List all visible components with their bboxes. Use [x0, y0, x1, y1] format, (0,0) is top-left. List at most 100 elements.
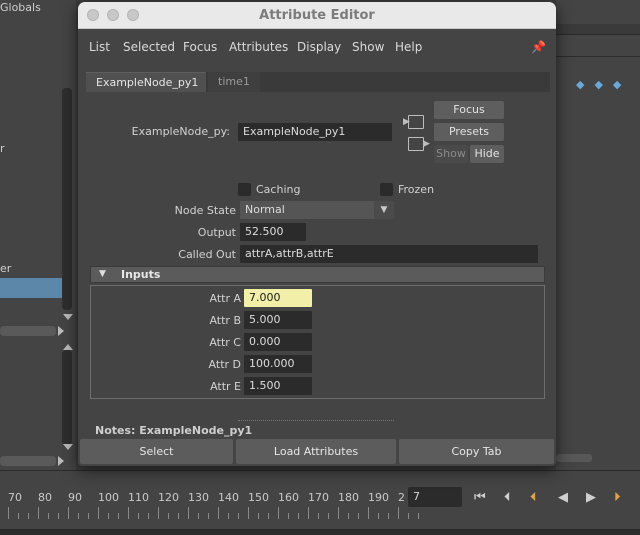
step-back-key-icon[interactable]: ⏴ [530, 490, 537, 505]
focus-button[interactable]: Focus [434, 101, 504, 119]
scroll-right-arrow-icon[interactable] [58, 326, 64, 336]
menu-attributes[interactable]: Attributes [229, 40, 288, 54]
horizontal-scrollbar[interactable] [0, 456, 56, 466]
timeline-tick [198, 513, 199, 519]
presets-button[interactable]: Presets [434, 123, 504, 141]
timeline-tick-label: 140 [218, 491, 239, 504]
timeline-tick [158, 507, 159, 519]
node-state-value: Normal [245, 203, 285, 216]
selected-row[interactable] [0, 278, 62, 298]
menu-display[interactable]: Display [297, 40, 341, 54]
timeline-tick [58, 513, 59, 519]
output-field[interactable]: 52.500 [240, 223, 306, 241]
output-connections-icon[interactable]: ▶ [408, 137, 430, 151]
time-slider: 70 80 90 100 110 120 130 140 150 160 170 180 190 2 7 … [0, 470, 640, 535]
timeline-tick [318, 513, 319, 519]
tab-time1[interactable]: time1 [208, 72, 260, 92]
timeline-tick [398, 507, 399, 519]
timeline-tick-label: 190 [368, 491, 389, 504]
tab-bar: ExampleNode_py1 time1 [86, 72, 550, 92]
title-bar[interactable]: Attribute Editor [78, 2, 556, 29]
pin-icon[interactable]: 📌 [531, 40, 546, 54]
timeline-tick [178, 513, 179, 519]
tab-examplenode[interactable]: ExampleNode_py1 [86, 72, 206, 92]
scroll-down-arrow-icon[interactable] [63, 314, 73, 320]
timeline-tick-label: 150 [248, 491, 269, 504]
attr-e-field[interactable]: 1.500 [244, 377, 312, 395]
node-name-label: ExampleNode_py: [131, 125, 230, 138]
timeline-tick [78, 513, 79, 519]
attr-c-field[interactable]: 0.000 [244, 333, 312, 351]
timeline-tick [378, 513, 379, 519]
play-forwards-icon[interactable]: ▶ [586, 490, 596, 505]
notes-divider[interactable] [238, 420, 394, 421]
timeline-tick-label: 110 [128, 491, 149, 504]
timeline-tick [388, 513, 389, 519]
select-button[interactable]: Select [80, 439, 233, 464]
timeline-tick [238, 513, 239, 519]
timeline-tick [268, 513, 269, 519]
step-forward-key-icon[interactable]: ⏵ [614, 490, 621, 505]
node-state-dropdown[interactable]: Normal ▼ [240, 201, 394, 219]
timeline-tick [208, 513, 209, 519]
timeline-tick [308, 507, 309, 519]
attr-b-field[interactable]: 5.000 [244, 311, 312, 329]
collapse-triangle-icon[interactable]: ▼ [99, 269, 106, 279]
scroll-up-arrow-icon[interactable] [63, 344, 73, 350]
globals-label: Globals [0, 1, 41, 14]
called-out-field[interactable]: attrA,attrB,attrE [240, 245, 538, 263]
input-connections-icon[interactable]: ▶ [403, 115, 424, 129]
hide-button[interactable]: Hide [470, 145, 504, 163]
timeline-tick [68, 507, 69, 519]
timeline-tick [108, 513, 109, 519]
horizontal-scrollbar[interactable] [0, 326, 56, 336]
menu-help[interactable]: Help [395, 40, 422, 54]
timeline-tick-label: 180 [338, 491, 359, 504]
show-button[interactable]: Show [434, 145, 468, 163]
key-tangent-icons[interactable]: ◆◆◆ [576, 78, 631, 91]
timeline-tick-label: 160 [278, 491, 299, 504]
inputs-section-header[interactable]: ▼ Inputs [90, 266, 545, 283]
node-name-field[interactable]: ExampleNode_py1 [238, 123, 392, 141]
frozen-checkbox[interactable] [380, 183, 393, 196]
vertical-scrollbar[interactable] [62, 88, 72, 310]
vertical-scrollbar[interactable] [62, 350, 72, 445]
attr-a-field[interactable]: 7.000 [244, 289, 312, 307]
menu-bar: List Selected Focus Attributes Display S… [78, 36, 556, 58]
timeline-tick [278, 507, 279, 519]
menu-selected[interactable]: Selected [123, 40, 175, 54]
horizontal-scrollbar[interactable] [556, 454, 592, 462]
load-attributes-button[interactable]: Load Attributes [236, 439, 396, 464]
attribute-editor-window: Attribute Editor List Selected Focus Att… [78, 2, 556, 466]
menu-list[interactable]: List [89, 40, 110, 54]
step-back-icon[interactable]: ⏴ [504, 490, 511, 505]
timeline-tick [358, 513, 359, 519]
current-frame-field[interactable]: 7 [408, 487, 462, 507]
timeline-tick [288, 513, 289, 519]
timeline-tick-label: 90 [68, 491, 82, 504]
scroll-down-arrow-icon[interactable] [63, 444, 73, 450]
timeline-tick-label: 2 [398, 491, 405, 504]
menu-focus[interactable]: Focus [183, 40, 217, 54]
time-ruler[interactable]: 70 80 90 100 110 120 130 140 150 160 170 180 190 2 [0, 479, 419, 519]
frozen-label: Frozen [398, 183, 435, 196]
attr-a-label: Attr A [209, 292, 241, 305]
copy-tab-button[interactable]: Copy Tab [399, 439, 554, 464]
menu-show[interactable]: Show [352, 40, 384, 54]
timeline-tick [18, 513, 19, 519]
timeline-tick [218, 507, 219, 519]
timeline-tick [348, 513, 349, 519]
timeline-tick [98, 507, 99, 519]
caching-label: Caching [256, 183, 301, 196]
play-backwards-icon[interactable]: ◀ [558, 490, 568, 505]
go-to-start-icon[interactable]: ⏮ [474, 490, 486, 505]
timeline-tick-label: 130 [188, 491, 209, 504]
window-title: Attribute Editor [259, 8, 375, 23]
output-label: Output [197, 226, 236, 239]
timeline-tick [418, 513, 419, 519]
caching-checkbox[interactable] [238, 183, 251, 196]
attr-d-field[interactable]: 100.000 [244, 355, 312, 373]
scroll-right-arrow-icon[interactable] [58, 456, 64, 466]
attr-e-label: Attr E [210, 380, 241, 393]
truncated-label: r [0, 142, 5, 155]
